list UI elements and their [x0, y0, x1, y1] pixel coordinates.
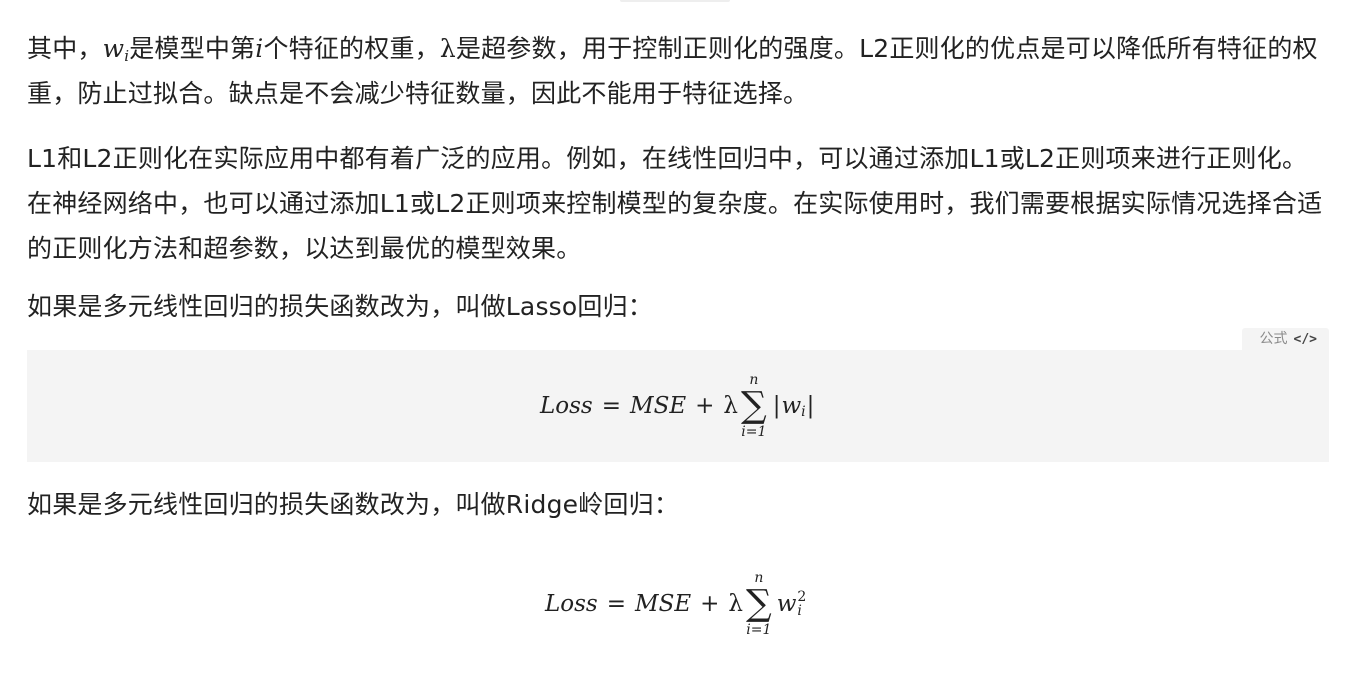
paragraph-lasso-intro: 如果是多元线性回归的损失函数改为，叫做Lasso回归： [27, 292, 653, 321]
math-w-i: wi [102, 34, 130, 64]
math-plus: + [695, 393, 715, 419]
abs-right-bar: | [806, 393, 815, 419]
p1-text-mid2: 个特征的权重， [263, 34, 440, 63]
formula-badge[interactable]: 公式 </> [1241, 328, 1329, 351]
math-w: w [776, 591, 797, 617]
formula-block-lasso: Loss = MSE + λ n ∑ i=1 | w i | [27, 350, 1329, 462]
ridge-equation: Loss = MSE + λ n ∑ i=1 w 2 i [545, 548, 806, 660]
math-mse: MSE [635, 591, 692, 617]
math-loss: Loss [545, 591, 598, 617]
math-w-superscript: 2 [797, 589, 807, 605]
math-mse: MSE [630, 393, 687, 419]
math-w-scripts: 2 i [797, 590, 806, 618]
formula-block-ridge: Loss = MSE + λ n ∑ i=1 w 2 i [27, 548, 1329, 660]
math-summation: n ∑ i=1 [746, 570, 772, 638]
p1-text-lead: 其中， [27, 34, 103, 63]
paragraph-applications: L1和L2正则化在实际应用中都有着广泛的应用。例如，在线性回归中，可以通过添加L… [27, 144, 1323, 263]
math-lambda: λ [728, 591, 743, 617]
math-w: w [102, 34, 125, 63]
formula-badge-label: 公式 [1259, 331, 1288, 347]
lasso-equation: Loss = MSE + λ n ∑ i=1 | w i | [540, 350, 815, 462]
paragraph-ridge-intro: 如果是多元线性回归的损失函数改为，叫做Ridge岭回归： [27, 490, 680, 519]
math-equals: = [606, 591, 627, 617]
top-scroll-edge [620, 0, 730, 2]
math-loss: Loss [540, 393, 593, 419]
math-w-subscript: i [801, 404, 806, 420]
sigma-symbol: ∑ [745, 583, 772, 624]
code-icon: </> [1293, 332, 1317, 347]
sum-lower-limit: i=1 [741, 424, 767, 440]
p1-text-mid1: 是模型中第 [129, 34, 256, 63]
math-equals: = [601, 393, 622, 419]
sum-lower-limit: i=1 [746, 622, 772, 638]
sigma-symbol: ∑ [740, 385, 767, 426]
math-summation: n ∑ i=1 [741, 372, 767, 440]
math-lambda: λ [439, 34, 456, 63]
paragraph-l2-explanation: 其中，wi是模型中第i个特征的权重，λ是超参数，用于控制正则化的强度。L2正则化… [27, 26, 1329, 116]
math-plus: + [700, 591, 720, 617]
math-w-subscript: i [797, 603, 802, 619]
math-lambda: λ [723, 393, 738, 419]
abs-left-bar: | [772, 393, 781, 419]
math-w: w [781, 393, 802, 419]
